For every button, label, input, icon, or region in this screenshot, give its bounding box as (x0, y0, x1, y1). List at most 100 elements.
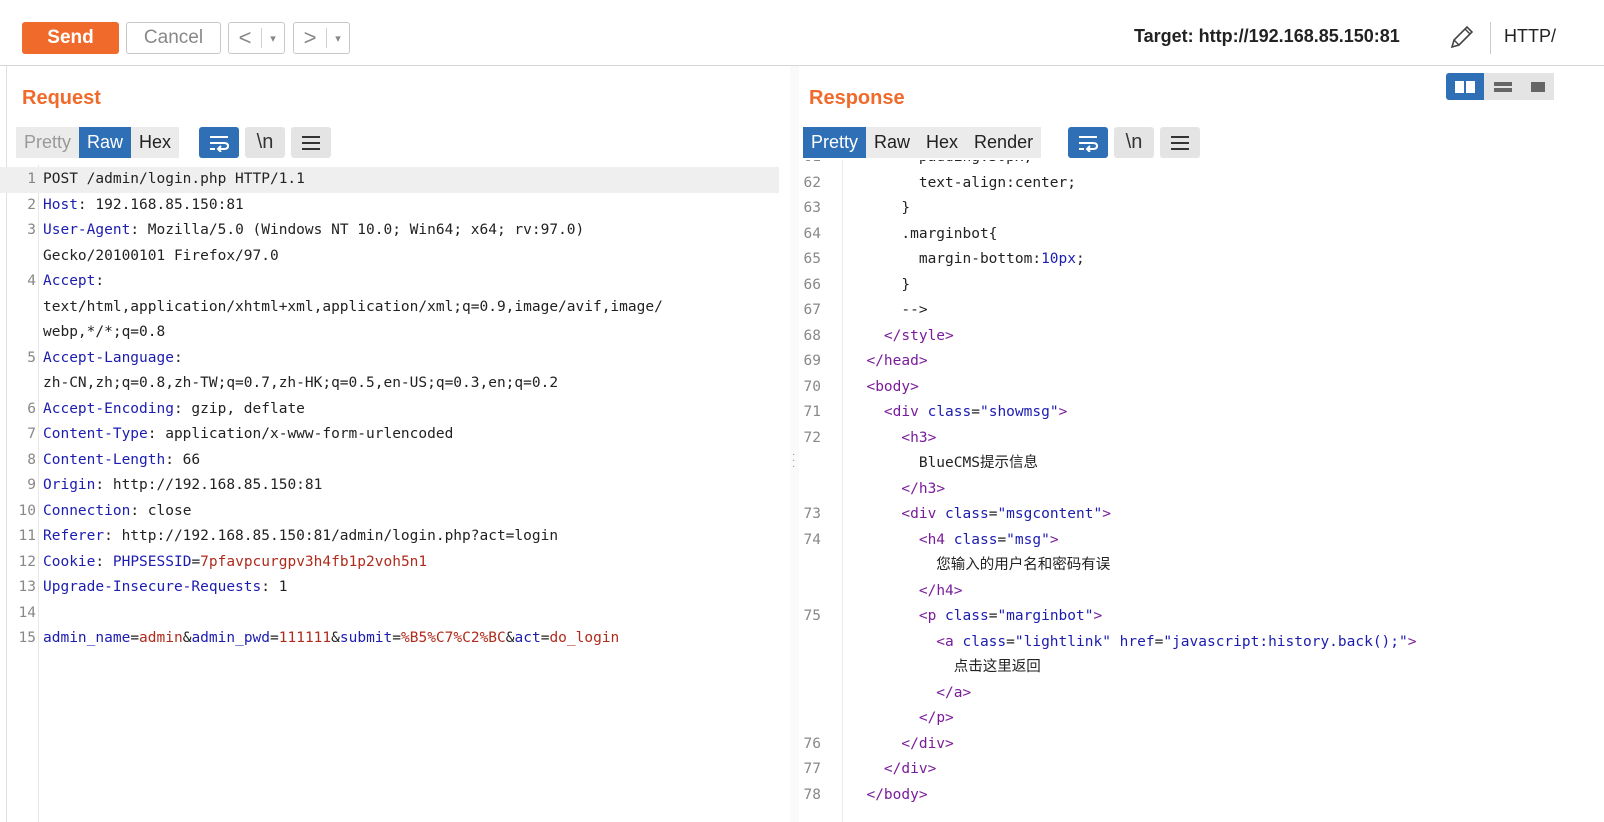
code-token: </ (849, 684, 954, 701)
code-token: body (883, 786, 919, 803)
line-number: 10 (18, 502, 36, 519)
code-token: p (927, 608, 937, 624)
request-code-line: 3 User-Agent: Mozilla/5.0 (Windows NT 10.… (0, 218, 779, 244)
cancel-button[interactable]: Cancel (126, 22, 221, 54)
response-editor[interactable]: 61 padding:30px;62 text-align:center;63 … (799, 160, 1604, 822)
code-token: > (910, 378, 919, 395)
layout-toggle (1446, 73, 1554, 100)
response-code-line: <a class="lightlink" href="javascript:hi… (799, 630, 1604, 656)
code-token: .marginbot{ (849, 225, 998, 242)
panel-divider[interactable] (790, 66, 799, 822)
response-tab-raw[interactable]: Raw (866, 127, 919, 158)
code-token: > (1102, 506, 1111, 522)
target-label: Target: http://192.168.85.150:81 (1134, 26, 1400, 46)
response-hamburger-menu-icon[interactable] (1160, 127, 1200, 158)
response-code-line: 75 <p class="marginbot"> (799, 604, 1604, 630)
response-code-line: 62 text-align:center; (799, 171, 1604, 197)
splitter-handle-icon[interactable]: · · · (792, 450, 796, 472)
request-tab-pretty[interactable]: Pretty (16, 127, 80, 158)
response-tab-hex[interactable]: Hex (918, 127, 967, 158)
response-tab-render[interactable]: Render (966, 127, 1042, 158)
code-text: Referer: http://192.168.85.150:81/admin/… (43, 524, 558, 550)
response-code-line: 78 </body> (799, 783, 1604, 809)
forward-button[interactable]: > (294, 23, 326, 53)
forward-history-dropdown[interactable]: ▾ (326, 28, 349, 48)
code-text: </body> (849, 783, 927, 809)
pencil-icon[interactable] (1447, 24, 1477, 52)
code-token: > (945, 327, 954, 344)
request-code-line: 15 admin_name=admin&admin_pwd=111111&subm… (0, 626, 779, 652)
line-number: 76 (803, 735, 821, 752)
line-number: 72 (803, 429, 821, 446)
hamburger-menu-icon[interactable] (291, 127, 331, 158)
code-token: </ (849, 786, 884, 803)
code-token: > (962, 684, 972, 701)
request-code-line: zh-CN,zh;q=0.8,zh-TW;q=0.7,zh-HK;q=0.5,e… (0, 371, 779, 397)
line-number: 77 (803, 761, 821, 777)
code-token: Accept-Encoding (43, 400, 174, 417)
code-token: padding:30px; (849, 160, 1033, 165)
toolbar: Send Cancel < ▾ > ▾ Target: http://192.1… (0, 0, 1604, 66)
wrap-lines-icon[interactable] (199, 127, 239, 158)
line-number: 12 (18, 553, 36, 570)
single-layout-icon[interactable] (1522, 73, 1554, 100)
code-token: } (849, 200, 911, 216)
response-code-line: </h3> (799, 477, 1604, 503)
code-token: Cookie (43, 553, 96, 570)
code-token: Content-Length (43, 451, 166, 468)
back-history-dropdown[interactable]: ▾ (261, 28, 284, 48)
response-tab-pretty[interactable]: Pretty (803, 127, 867, 158)
response-wrap-lines-icon[interactable] (1068, 127, 1108, 158)
code-token: h3 (918, 480, 937, 497)
side-by-side-layout-icon[interactable] (1446, 73, 1484, 100)
send-button[interactable]: Send (22, 22, 119, 54)
code-token: webp,*/*;q=0.8 (43, 324, 166, 340)
request-editor[interactable]: 1 POST /admin/login.php HTTP/1.1 2 Host: 19… (0, 167, 779, 822)
code-token: admin (139, 630, 183, 646)
back-button[interactable]: < (229, 23, 261, 53)
code-text: } (849, 196, 910, 222)
code-token: a (953, 684, 963, 701)
line-number: 5 (27, 349, 36, 366)
code-token: } (849, 276, 911, 293)
code-token: a (945, 633, 954, 650)
response-code-line: 69 </head> (799, 349, 1604, 375)
request-title: Request (22, 87, 101, 109)
request-view-tabs: Pretty Raw Hex (16, 127, 180, 158)
code-token: > (945, 710, 954, 726)
request-code-line: 11 Referer: http://192.168.85.150:81/admi… (0, 524, 779, 550)
request-code-line: 12 Cookie: PHPSESSID=7pfavpcurgpv3h4fb1p2… (0, 550, 779, 576)
response-code-line: </p> (799, 706, 1604, 732)
code-token: Upgrade-Insecure-Requests (43, 579, 262, 595)
code-text: webp,*/*;q=0.8 (43, 320, 165, 346)
code-text: <p class="marginbot"> (849, 604, 1102, 630)
code-text: .marginbot{ (849, 222, 997, 248)
code-token: > (927, 429, 937, 446)
request-code-line: 7 Content-Type: application/x-www-form-ur… (0, 422, 779, 448)
code-token: User-Agent (43, 222, 131, 238)
response-newline-icon[interactable]: \n (1114, 127, 1154, 158)
code-text: Content-Type: application/x-www-form-url… (43, 422, 453, 448)
http-version-label[interactable]: HTTP/ (1504, 26, 1556, 47)
code-token: </ (849, 353, 884, 369)
code-token: h3 (910, 429, 928, 446)
code-token: style (901, 327, 946, 344)
newline-icon[interactable]: \n (245, 127, 285, 158)
code-token: 10px (1041, 251, 1076, 267)
request-code-line: 1 POST /admin/login.php HTTP/1.1 (0, 167, 779, 193)
code-token: : 1 (261, 579, 288, 595)
code-token: </ (849, 761, 902, 777)
request-tab-hex[interactable]: Hex (131, 127, 180, 158)
request-tab-raw[interactable]: Raw (79, 127, 132, 158)
code-text: Accept-Language: (43, 346, 183, 372)
code-text: Accept: (43, 269, 104, 295)
request-code-line: 13 Upgrade-Insecure-Requests: 1 (0, 575, 779, 601)
line-number: 11 (18, 528, 36, 544)
code-text: </head> (849, 349, 927, 375)
code-token: 7pfavpcurgpv3h4fb1p2voh5n1 (200, 553, 428, 570)
code-token: :center; (1006, 174, 1076, 191)
code-text: Content-Length: 66 (43, 448, 200, 474)
code-token: : 192.168.85.150:81 (77, 196, 244, 213)
code-token: : (95, 273, 105, 289)
stacked-layout-icon[interactable] (1484, 73, 1522, 100)
